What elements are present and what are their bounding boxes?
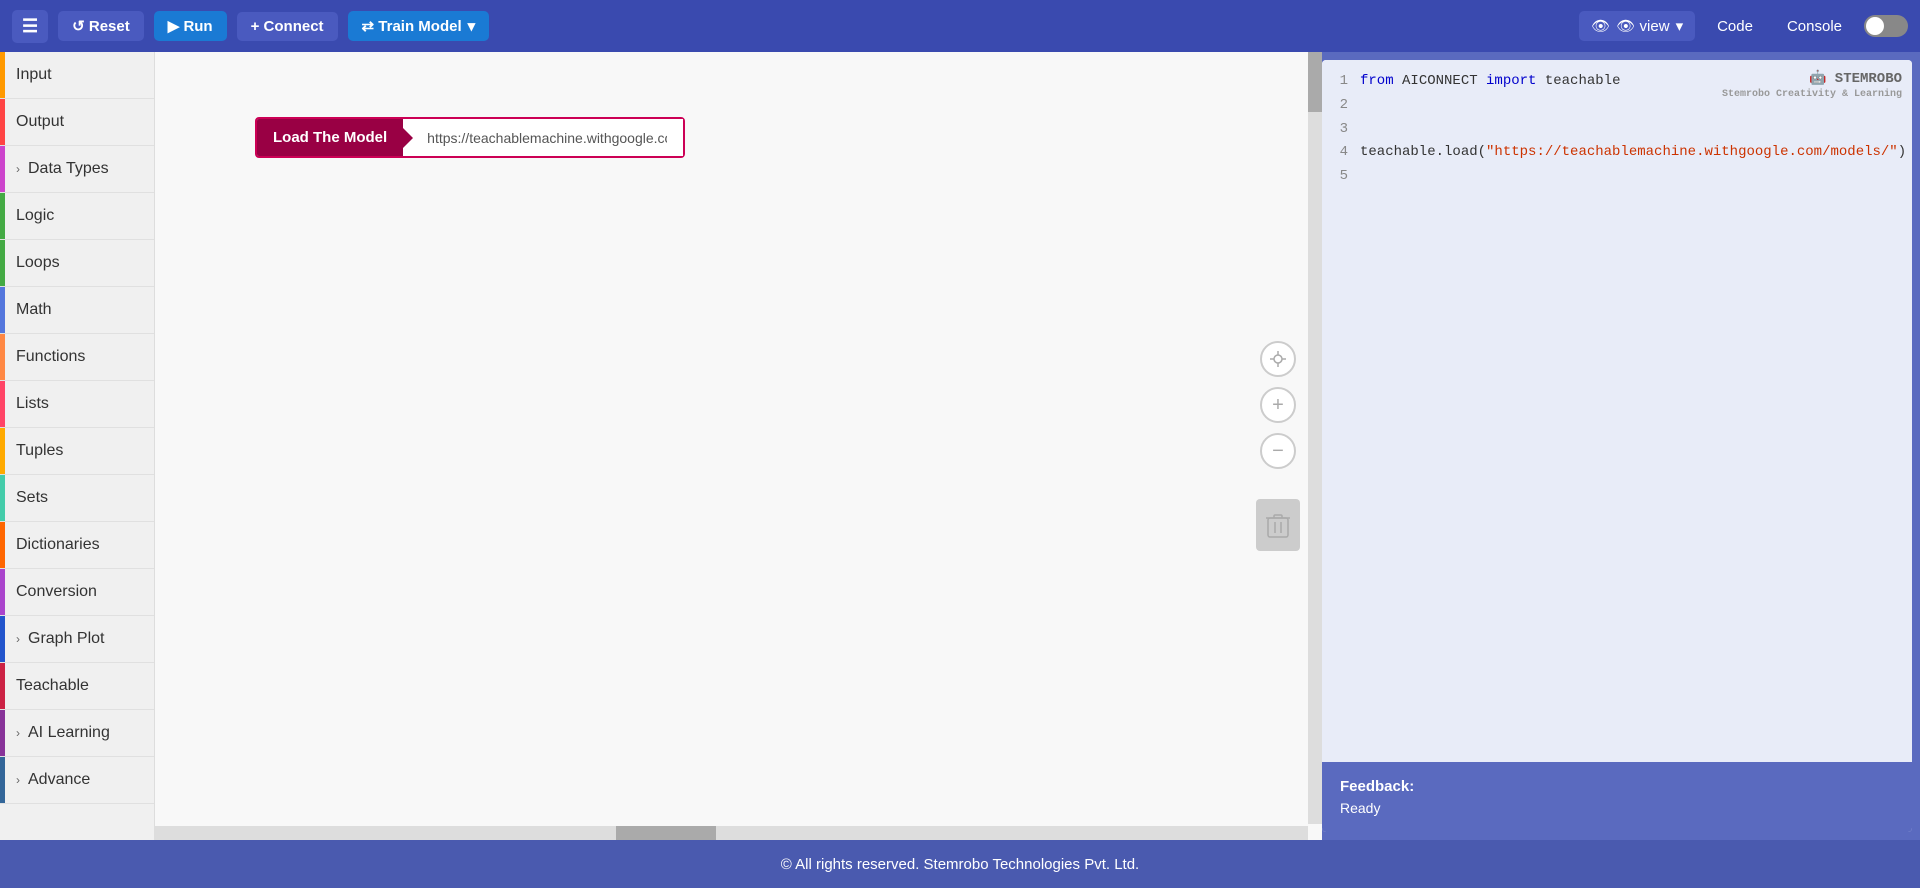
code-line-5: 5 (1332, 165, 1902, 189)
main-area: Input Output › Data Types Logic Loops Ma… (0, 52, 1920, 840)
sidebar-item-label: Lists (16, 395, 49, 413)
sidebar-item-datatypes[interactable]: › Data Types (0, 146, 154, 193)
feedback-panel: Feedback: Ready (1322, 762, 1912, 832)
sidebar-item-lists[interactable]: Lists (0, 381, 154, 428)
sidebar-item-label: Loops (16, 254, 60, 272)
sidebar-item-ailearning[interactable]: › AI Learning (0, 710, 154, 757)
canvas-controls: + − (1256, 341, 1300, 551)
footer: © All rights reserved. Stemrobo Technolo… (0, 840, 1920, 888)
sidebar-item-label: Teachable (16, 677, 89, 695)
feedback-label: Feedback: (1340, 778, 1414, 795)
sidebar-item-label: Dictionaries (16, 536, 100, 554)
line-number: 3 (1332, 118, 1348, 142)
chevron-icon: › (16, 773, 20, 787)
sidebar-item-label: Functions (16, 348, 85, 366)
footer-text: © All rights reserved. Stemrobo Technolo… (781, 856, 1139, 873)
train-model-arrow: ▾ (468, 17, 476, 35)
sidebar-item-output[interactable]: Output (0, 99, 154, 146)
stemrobo-icon: 🤖 STEMROBO (1722, 70, 1902, 88)
stemrobo-logo: 🤖 STEMROBO Stemrobo Creativity & Learnin… (1722, 70, 1902, 101)
view-button[interactable]: 👁 👁 view ▾ (1579, 11, 1695, 41)
sidebar-item-input[interactable]: Input (0, 52, 154, 99)
sidebar-item-label: Data Types (28, 160, 109, 178)
plus-icon: + (1272, 395, 1284, 415)
sidebar-item-label: Output (16, 113, 64, 131)
train-model-button[interactable]: ⇄ Train Model ▾ (348, 11, 490, 41)
block-label: Load The Model (257, 119, 403, 156)
sidebar: Input Output › Data Types Logic Loops Ma… (0, 52, 155, 840)
sidebar-item-advance[interactable]: › Advance (0, 757, 154, 804)
sidebar-item-label: Tuples (16, 442, 63, 460)
code-button[interactable]: Code (1705, 12, 1765, 41)
view-label: 👁 view (1616, 17, 1669, 35)
code-line-4: 4 teachable.load("https://teachablemachi… (1332, 141, 1902, 165)
code-content: from AICONNECT import teachable (1360, 70, 1620, 94)
sidebar-item-loops[interactable]: Loops (0, 240, 154, 287)
scroll-thumb-h[interactable] (616, 826, 716, 840)
line-number: 1 (1332, 70, 1348, 94)
chevron-icon: › (16, 162, 20, 176)
zoom-out-button[interactable]: − (1260, 433, 1296, 469)
toolbar: ☰ ↺ Reset ▶ Run + Connect ⇄ Train Model … (0, 0, 1920, 52)
code-content (1360, 94, 1368, 118)
load-model-block[interactable]: Load The Model (255, 117, 685, 158)
sidebar-item-tuples[interactable]: Tuples (0, 428, 154, 475)
trash-button[interactable] (1256, 499, 1300, 551)
line-number: 5 (1332, 165, 1348, 189)
view-arrow: ▾ (1676, 17, 1684, 35)
toggle-knob (1866, 17, 1884, 35)
sidebar-item-logic[interactable]: Logic (0, 193, 154, 240)
sidebar-item-label: Advance (28, 771, 90, 789)
sidebar-item-teachable[interactable]: Teachable (0, 663, 154, 710)
sidebar-item-label: Logic (16, 207, 54, 225)
menu-button[interactable]: ☰ (12, 10, 48, 43)
code-content (1360, 165, 1368, 189)
canvas-scrollbar-horizontal[interactable] (155, 826, 1308, 840)
toolbar-right: 👁 👁 view ▾ Code Console (1579, 11, 1908, 41)
sidebar-item-label: Graph Plot (28, 630, 104, 648)
code-panel: 🤖 STEMROBO Stemrobo Creativity & Learnin… (1322, 60, 1912, 832)
code-content: teachable.load("https://teachablemachine… (1360, 141, 1906, 165)
chevron-icon: › (16, 632, 20, 646)
code-line-3: 3 (1332, 118, 1902, 142)
line-number: 2 (1332, 94, 1348, 118)
sidebar-item-label: Sets (16, 489, 48, 507)
zoom-in-button[interactable]: + (1260, 387, 1296, 423)
center-canvas-button[interactable] (1260, 341, 1296, 377)
sidebar-item-label: Conversion (16, 583, 97, 601)
sidebar-item-conversion[interactable]: Conversion (0, 569, 154, 616)
code-content (1360, 118, 1368, 142)
console-button[interactable]: Console (1775, 12, 1854, 41)
reset-button[interactable]: ↺ Reset (58, 11, 144, 41)
canvas-area[interactable]: Load The Model + − (155, 52, 1322, 840)
connect-button[interactable]: + Connect (237, 12, 338, 41)
block-url-input[interactable] (403, 119, 683, 156)
run-button[interactable]: ▶ Run (154, 11, 227, 41)
code-editor[interactable]: 🤖 STEMROBO Stemrobo Creativity & Learnin… (1322, 60, 1912, 762)
sidebar-item-dictionaries[interactable]: Dictionaries (0, 522, 154, 569)
sidebar-item-label: Math (16, 301, 52, 319)
train-model-label: ⇄ Train Model (362, 17, 462, 35)
feedback-value: Ready (1340, 800, 1894, 816)
sidebar-item-label: Input (16, 66, 52, 84)
sidebar-item-label: AI Learning (28, 724, 110, 742)
sidebar-item-functions[interactable]: Functions (0, 334, 154, 381)
line-number: 4 (1332, 141, 1348, 165)
chevron-icon: › (16, 726, 20, 740)
sidebar-item-sets[interactable]: Sets (0, 475, 154, 522)
view-icon: 👁 (1591, 17, 1610, 35)
canvas-scrollbar-vertical[interactable] (1308, 52, 1322, 824)
sidebar-item-graphplot[interactable]: › Graph Plot (0, 616, 154, 663)
toggle-switch[interactable] (1864, 15, 1908, 37)
sidebar-item-math[interactable]: Math (0, 287, 154, 334)
scroll-thumb-v[interactable] (1308, 52, 1322, 112)
minus-icon: − (1272, 441, 1284, 461)
